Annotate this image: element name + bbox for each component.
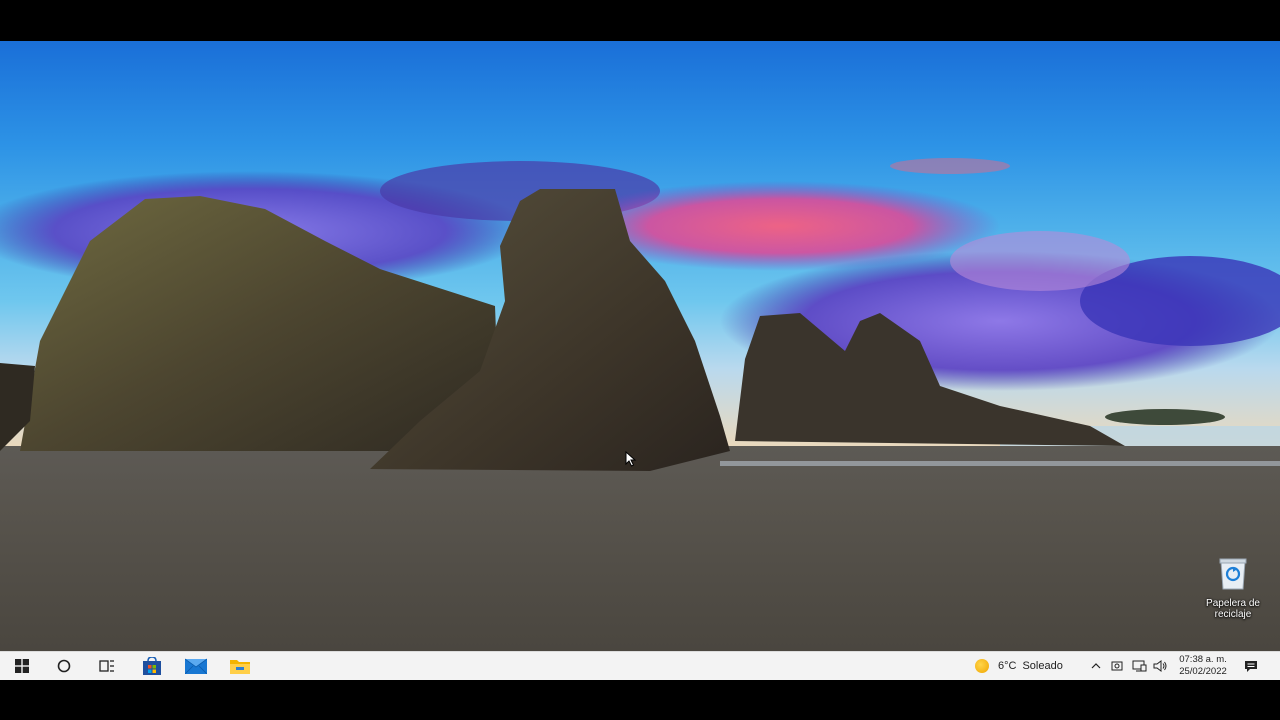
recycle-bin-label: Papelera de reciclaje (1206, 598, 1260, 620)
task-view-icon (99, 660, 114, 672)
search-button[interactable] (50, 652, 78, 680)
weather-condition: Soleado (1022, 660, 1063, 672)
action-center-icon (1245, 660, 1257, 672)
start-button[interactable] (8, 652, 36, 680)
mouse-cursor-icon (625, 451, 637, 467)
taskbar-explorer-button[interactable] (226, 652, 254, 680)
recycle-bin-shortcut[interactable]: Papelera de reciclaje (1200, 557, 1266, 620)
weather-widget[interactable]: 6°C Soleado (975, 652, 1063, 680)
meet-now-button[interactable] (1109, 652, 1125, 680)
taskbar: 6°C Soleado 07:38 a. m. 25/02/2022 (0, 651, 1280, 680)
taskbar-store-button[interactable] (138, 652, 166, 680)
task-view-button[interactable] (93, 652, 121, 680)
letterbox-bottom (0, 680, 1280, 720)
network-icon (1132, 660, 1146, 672)
taskbar-clock[interactable]: 07:38 a. m. 25/02/2022 (1172, 654, 1234, 678)
volume-button[interactable] (1151, 652, 1169, 680)
weather-temperature: 6°C (998, 660, 1017, 672)
letterbox-top (0, 0, 1280, 41)
meet-now-icon (1111, 661, 1123, 671)
desktop-wallpaper (0, 41, 1280, 651)
volume-icon (1153, 660, 1166, 672)
file-explorer-icon (230, 660, 250, 674)
show-hidden-icons-button[interactable] (1089, 652, 1103, 680)
recycle-bin-icon (1219, 558, 1247, 590)
windows-desktop: Papelera de reciclaje 6°C Soleado 07:38 … (0, 41, 1280, 680)
store-icon (143, 657, 161, 675)
clock-date: 25/02/2022 (1179, 666, 1227, 677)
network-button[interactable] (1130, 652, 1148, 680)
mail-icon (185, 658, 207, 674)
chevron-up-icon (1091, 663, 1101, 669)
clock-time: 07:38 a. m. (1179, 654, 1227, 665)
windows-logo-icon (15, 659, 29, 673)
sun-icon (975, 659, 989, 673)
action-center-button[interactable] (1240, 652, 1262, 680)
cortana-circle-icon (57, 659, 71, 673)
taskbar-mail-button[interactable] (182, 652, 210, 680)
